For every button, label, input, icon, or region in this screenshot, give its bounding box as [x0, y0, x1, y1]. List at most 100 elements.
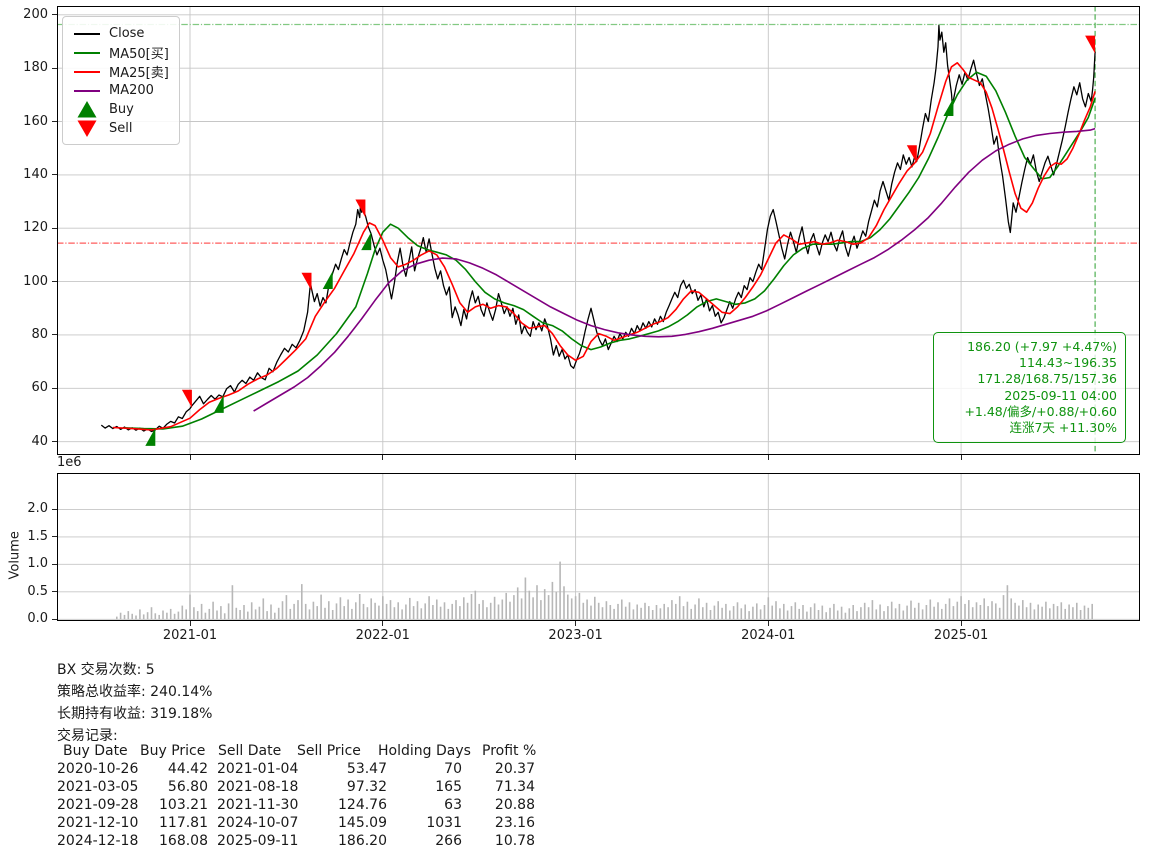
- volume-bar: [960, 596, 962, 619]
- y-tick-label: 0.0: [14, 611, 48, 626]
- trade-buy-date: 2020-10-26: [57, 761, 135, 777]
- volume-bar: [324, 608, 326, 620]
- volume-bar: [775, 601, 777, 619]
- volume-bar: [729, 611, 731, 620]
- volume-bar: [667, 607, 669, 619]
- volume-bar: [482, 600, 484, 619]
- volume-bar: [263, 598, 265, 619]
- volume-bar: [128, 611, 130, 619]
- trade-profit: 71.34: [462, 779, 535, 795]
- volume-bar: [1022, 600, 1024, 619]
- y-tick: [52, 619, 57, 620]
- buy-marker: [323, 271, 333, 289]
- volume-bar: [683, 606, 685, 619]
- y-tick: [52, 334, 57, 335]
- volume-bar: [563, 586, 565, 619]
- volume-bar: [1064, 609, 1066, 619]
- volume-bar: [583, 603, 585, 620]
- trade-sell-date: 2021-01-04: [217, 761, 297, 777]
- legend-label: MA200: [109, 83, 154, 98]
- volume-bar: [652, 610, 654, 619]
- y-tick: [52, 228, 57, 229]
- volume-bar: [209, 609, 211, 619]
- volume-bar: [1045, 602, 1047, 620]
- volume-bar: [829, 608, 831, 620]
- volume-bar: [721, 608, 723, 620]
- volume-bar: [556, 592, 558, 620]
- volume-bar: [945, 604, 947, 619]
- y-tick-label: 60: [14, 380, 48, 395]
- volume-bar: [424, 603, 426, 619]
- volume-bar: [151, 607, 153, 619]
- volume-bar: [390, 600, 392, 619]
- volume-bar: [760, 609, 762, 619]
- volume-bar: [949, 598, 951, 619]
- volume-bar: [544, 589, 546, 619]
- volume-bar: [197, 611, 199, 619]
- volume-bar: [374, 603, 376, 620]
- x-tick: [961, 455, 962, 460]
- volume-bar: [290, 609, 292, 619]
- volume-bar: [845, 613, 847, 620]
- volume-bar: [297, 600, 299, 619]
- volume-bar: [849, 608, 851, 619]
- volume-bar: [1037, 605, 1039, 620]
- trade-profit: 20.88: [462, 797, 535, 813]
- volume-bar: [779, 608, 781, 619]
- volume-bar: [598, 603, 600, 620]
- volume-bar: [116, 617, 118, 620]
- volume-bar: [899, 604, 901, 619]
- volume-bar: [559, 562, 561, 620]
- trade-sell-price: 145.09: [307, 815, 387, 831]
- volume-bar: [320, 595, 322, 620]
- volume-bar: [702, 607, 704, 619]
- volume-bar: [529, 591, 531, 620]
- volume-bar: [205, 613, 207, 620]
- volume-bar: [1014, 603, 1016, 620]
- sell-marker: [1085, 36, 1095, 54]
- volume-bar: [286, 595, 288, 619]
- volume-bar: [378, 606, 380, 620]
- legend-item: Close: [73, 24, 169, 43]
- trade-holding-days: 165: [387, 779, 462, 795]
- volume-bar: [910, 601, 912, 620]
- volume-bar: [309, 609, 311, 619]
- volume-bar: [903, 611, 905, 620]
- volume-bar: [768, 597, 770, 619]
- y-tick: [52, 174, 57, 175]
- y-tick-label: 2.0: [14, 501, 48, 516]
- y-tick-label: 120: [14, 220, 48, 235]
- x-tick: [190, 455, 191, 460]
- volume-bar: [185, 609, 187, 619]
- volume-bar: [1091, 604, 1093, 619]
- volume-bar: [671, 600, 673, 619]
- volume-bar: [891, 602, 893, 620]
- legend-line-swatch: [73, 90, 100, 92]
- volume-bar: [220, 606, 222, 619]
- volume-bar: [864, 603, 866, 620]
- volume-bar: [648, 606, 650, 619]
- y-tick: [52, 281, 57, 282]
- volume-bar: [1018, 606, 1020, 620]
- volume-bar: [236, 608, 238, 620]
- volume-bar: [343, 606, 345, 619]
- volume-bar: [135, 616, 137, 620]
- volume-bar: [336, 603, 338, 619]
- trade-sell-date: 2021-08-18: [217, 779, 297, 795]
- volume-bar: [540, 600, 542, 619]
- volume-bar: [980, 605, 982, 619]
- x-tick-label: 2025-01: [934, 628, 988, 643]
- volume-bar: [158, 615, 160, 619]
- col-header-holding-days: Holding Days: [378, 743, 471, 759]
- volume-bar: [625, 607, 627, 620]
- volume-bar: [579, 593, 581, 619]
- volume-bar: [475, 591, 477, 620]
- volume-bar: [1007, 585, 1009, 619]
- y-tick-label: 200: [14, 7, 48, 22]
- trade-sell-price: 97.32: [307, 779, 387, 795]
- volume-bar: [432, 605, 434, 619]
- volume-bar: [972, 607, 974, 619]
- legend-item: MA200: [73, 81, 169, 100]
- x-tick: [768, 455, 769, 460]
- volume-bar: [409, 598, 411, 619]
